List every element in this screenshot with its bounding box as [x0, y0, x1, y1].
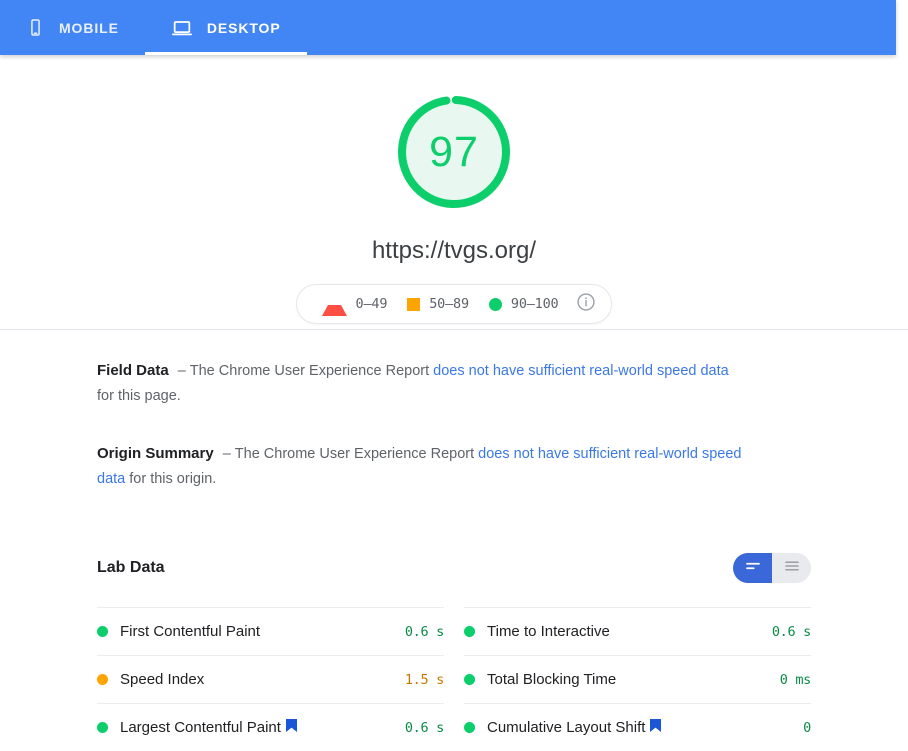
tab-mobile[interactable]: MOBILE	[0, 0, 145, 55]
metric-value: 0.6 s	[404, 719, 444, 736]
lab-data-metrics: First Contentful Paint 0.6 s Speed Index…	[0, 607, 908, 751]
status-dot-icon	[97, 722, 108, 733]
metric-label: Largest Contentful Paint	[120, 719, 281, 736]
metric-value: 0.6 s	[771, 623, 811, 640]
metric-value: 0	[803, 719, 811, 736]
triangle-icon	[321, 292, 347, 316]
status-dot-icon	[464, 626, 475, 637]
metric-label: Speed Index	[120, 671, 205, 688]
compact-list-icon	[744, 557, 762, 580]
score-legend: 0–49 50–89 90–100	[295, 284, 613, 324]
performance-score-gauge: 97	[390, 88, 518, 216]
score-section: 97 https://tvgs.org/ 0–49 50–89 90–100	[0, 55, 908, 330]
analyzed-page-url: https://tvgs.org/	[371, 237, 537, 264]
legend-item-poor: 0–49	[321, 292, 388, 316]
table-row[interactable]: Largest Contentful Paint 0.6 s	[97, 703, 444, 751]
status-dot-icon	[97, 626, 108, 637]
lab-data-view-toggle	[733, 553, 811, 583]
lab-data-header: Lab Data	[0, 553, 908, 583]
origin-summary-text-after: for this origin.	[125, 471, 217, 487]
origin-summary-title: Origin Summary	[97, 445, 214, 462]
mobile-phone-icon	[26, 18, 45, 37]
tab-desktop-label: DESKTOP	[206, 19, 281, 36]
status-dot-icon	[464, 722, 475, 733]
core-web-vital-flag-icon	[285, 719, 297, 736]
laptop-icon	[171, 17, 193, 39]
legend-range-average: 50–89	[429, 296, 469, 312]
expanded-list-icon	[783, 557, 801, 580]
legend-item-average: 50–89	[407, 296, 469, 312]
table-row[interactable]: First Contentful Paint 0.6 s	[97, 607, 444, 655]
table-row[interactable]: Total Blocking Time 0 ms	[464, 655, 811, 703]
table-row[interactable]: Time to Interactive 0.6 s	[464, 607, 811, 655]
field-data-text-before: The Chrome User Experience Report	[189, 363, 430, 379]
legend-range-poor: 0–49	[355, 296, 388, 312]
metric-value: 0 ms	[779, 671, 812, 688]
metric-value: 0.6 s	[404, 623, 444, 640]
legend-item-good: 90–100	[488, 296, 559, 312]
metrics-column-right: Time to Interactive 0.6 s Total Blocking…	[464, 607, 811, 751]
report-content: Field Data – The Chrome User Experience Re…	[0, 331, 908, 751]
metric-label: Cumulative Layout Shift	[487, 719, 646, 736]
square-icon	[407, 297, 421, 311]
status-dot-icon	[464, 674, 475, 685]
tab-desktop[interactable]: DESKTOP	[144, 0, 307, 55]
compact-view-button[interactable]	[733, 553, 772, 583]
table-row[interactable]: Speed Index 1.5 s	[97, 655, 444, 703]
tab-mobile-label: MOBILE	[59, 19, 119, 36]
metric-label: Time to Interactive	[487, 623, 610, 640]
origin-summary-dash: –	[222, 446, 231, 462]
lab-data-title: Lab Data	[97, 559, 165, 576]
legend-range-good: 90–100	[510, 296, 559, 312]
origin-summary-paragraph: Origin Summary – The Chrome User Experienc…	[97, 409, 742, 492]
device-tab-list: MOBILE DESKTOP	[0, 0, 307, 55]
performance-score-value: 97	[429, 127, 479, 176]
field-data-link[interactable]: does not have sufficient real-world spee…	[433, 363, 729, 379]
field-data-dash: –	[177, 363, 186, 379]
circle-icon	[488, 297, 502, 311]
field-data-text-after: for this page.	[97, 388, 181, 404]
metrics-column-left: First Contentful Paint 0.6 s Speed Index…	[97, 607, 444, 751]
metric-value: 1.5 s	[404, 671, 444, 688]
field-data-paragraph: Field Data – The Chrome User Experience Re…	[97, 331, 742, 409]
metric-label: First Contentful Paint	[120, 623, 261, 640]
table-row[interactable]: Cumulative Layout Shift 0	[464, 703, 811, 751]
expanded-view-button[interactable]	[772, 553, 811, 583]
origin-summary-text-before: The Chrome User Experience Report	[234, 446, 475, 462]
field-data-title: Field Data	[97, 362, 169, 379]
status-square-icon	[97, 674, 108, 685]
top-header-bar: MOBILE DESKTOP	[0, 0, 896, 55]
info-icon[interactable]	[576, 292, 596, 317]
core-web-vital-flag-icon	[650, 719, 662, 736]
metric-label: Total Blocking Time	[487, 671, 617, 688]
